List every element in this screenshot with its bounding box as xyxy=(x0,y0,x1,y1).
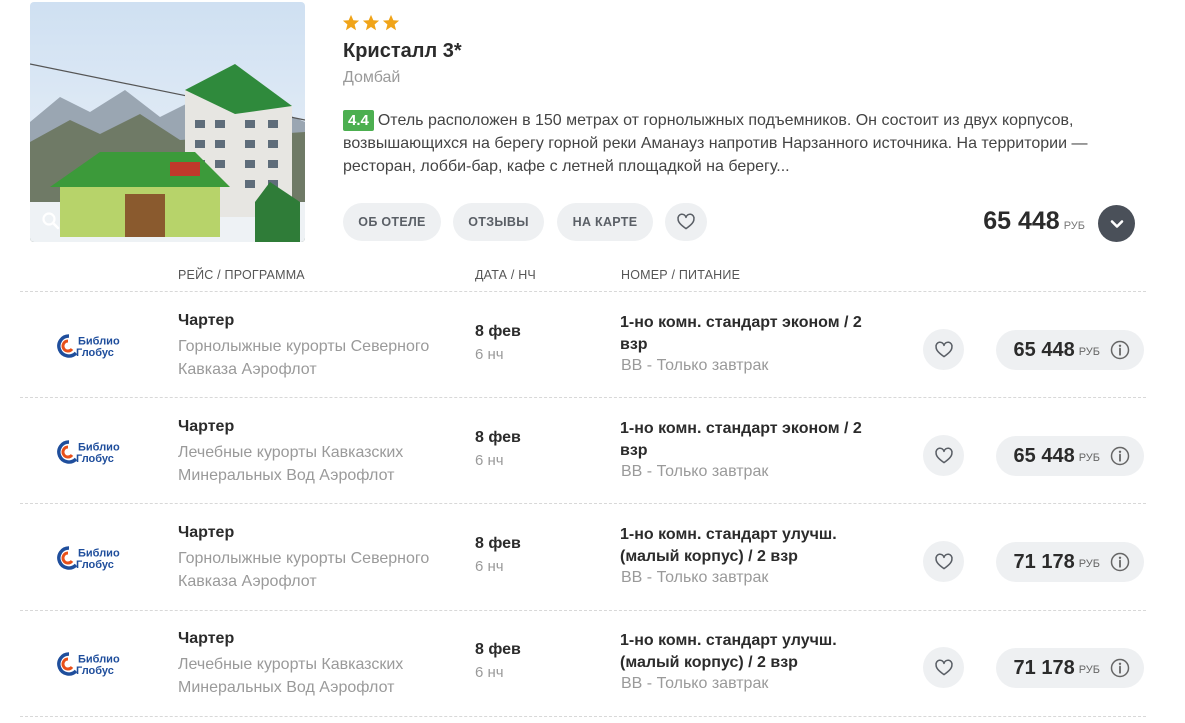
offer-price-amount: 71 178 xyxy=(1013,656,1075,679)
hotel-location: Домбай xyxy=(343,69,401,86)
offer-date: 8 фев xyxy=(475,535,521,552)
info-icon[interactable] xyxy=(1110,340,1130,360)
about-hotel-button[interactable]: ОБ ОТЕЛЕ xyxy=(343,203,441,241)
offer-price-amount: 65 448 xyxy=(1013,338,1075,361)
program-name: Лечебные курорты Кавказских Минеральных … xyxy=(178,656,404,696)
hotel-photo[interactable] xyxy=(30,2,305,242)
biblio-globus-logo-icon: Библио Глобус xyxy=(57,334,120,359)
heart-icon xyxy=(934,553,953,569)
offer-favorite-button[interactable] xyxy=(923,435,964,476)
expand-offers-button[interactable] xyxy=(1098,205,1135,242)
hotel-price: 65 448 РУБ xyxy=(983,207,1085,237)
room-type: 1-но комн. стандарт эконом / 2 взр xyxy=(620,314,862,353)
chevron-down-icon xyxy=(1110,219,1123,228)
offer-row[interactable]: Библио Глобус Чартер Горнолыжные курорты… xyxy=(0,299,1185,405)
meal-plan: BB - Только завтрак xyxy=(621,357,769,374)
offer-price-button[interactable]: 65 448 РУБ xyxy=(995,436,1144,476)
heart-icon xyxy=(934,659,953,675)
divider xyxy=(20,291,1146,292)
meal-plan: BB - Только завтрак xyxy=(621,569,769,586)
svg-text:Глобус: Глобус xyxy=(76,453,114,465)
operator-logo: Библио Глобус xyxy=(57,651,129,677)
offer-price-button[interactable]: 71 178 РУБ xyxy=(995,542,1144,582)
star-icon xyxy=(342,14,360,31)
heart-icon xyxy=(934,447,953,463)
svg-text:Глобус: Глобус xyxy=(76,665,114,677)
room-type: 1-но комн. стандарт улучш. (малый корпус… xyxy=(620,632,837,671)
offer-favorite-button[interactable] xyxy=(923,647,964,688)
info-icon[interactable] xyxy=(1110,552,1130,572)
column-header-room: НОМЕР / ПИТАНИЕ xyxy=(621,268,741,282)
svg-text:Библио: Библио xyxy=(78,442,120,454)
heart-icon xyxy=(934,341,953,357)
operator-logo: Библио Глобус xyxy=(57,333,129,359)
room-type: 1-но комн. стандарт улучш. (малый корпус… xyxy=(620,526,837,565)
info-icon[interactable] xyxy=(1110,658,1130,678)
hotel-price-currency: РУБ xyxy=(1063,220,1085,232)
offer-price-currency: РУБ xyxy=(1078,452,1100,464)
svg-text:Библио: Библио xyxy=(78,548,120,560)
divider xyxy=(20,397,1146,398)
meal-plan: BB - Только завтрак xyxy=(621,675,769,692)
column-header-date: ДАТА / НЧ xyxy=(475,268,536,282)
offer-price-currency: РУБ xyxy=(1078,664,1100,676)
offer-nights: 6 нч xyxy=(475,664,504,681)
offer-row[interactable]: Библио Глобус Чартер Горнолыжные курорты… xyxy=(0,511,1185,617)
favorite-button[interactable] xyxy=(665,203,707,241)
offer-price-amount: 65 448 xyxy=(1013,444,1075,467)
operator-logo: Библио Глобус xyxy=(57,439,129,465)
hotel-description: 4.4 Отель расположен в 150 метрах от горн… xyxy=(343,109,1103,178)
offer-nights: 6 нч xyxy=(475,346,504,363)
svg-text:Библио: Библио xyxy=(78,336,120,348)
biblio-globus-logo-icon: Библио Глобус xyxy=(57,440,120,465)
divider xyxy=(20,716,1146,717)
hotel-stars xyxy=(342,14,400,32)
room-type: 1-но комн. стандарт эконом / 2 взр xyxy=(620,420,862,459)
reviews-button[interactable]: ОТЗЫВЫ xyxy=(453,203,544,241)
offer-date: 8 фев xyxy=(475,323,521,340)
divider xyxy=(20,610,1146,611)
heart-icon xyxy=(677,213,695,230)
program-name: Горнолыжные курорты Северного Кавказа Аэ… xyxy=(178,338,430,378)
biblio-globus-logo-icon: Библио Глобус xyxy=(57,652,120,677)
description-text: Отель расположен в 150 метрах от горнолы… xyxy=(343,112,1088,175)
offer-favorite-button[interactable] xyxy=(923,329,964,370)
offer-date: 8 фев xyxy=(475,429,521,446)
rating-badge: 4.4 xyxy=(343,110,374,131)
info-icon[interactable] xyxy=(1110,446,1130,466)
flight-type: Чартер xyxy=(178,418,235,435)
offer-favorite-button[interactable] xyxy=(923,541,964,582)
flight-type: Чартер xyxy=(178,524,235,541)
program-name: Горнолыжные курорты Северного Кавказа Аэ… xyxy=(178,550,430,590)
offer-price-amount: 71 178 xyxy=(1013,550,1075,573)
divider xyxy=(20,503,1146,504)
program-name: Лечебные курорты Кавказских Минеральных … xyxy=(178,444,404,484)
hotel-photo-image xyxy=(30,2,305,242)
offer-row[interactable]: Библио Глобус Чартер Лечебные курорты Ка… xyxy=(0,617,1185,723)
biblio-globus-logo-icon: Библио Глобус xyxy=(57,546,120,571)
flight-type: Чартер xyxy=(178,312,235,329)
offer-price-button[interactable]: 71 178 РУБ xyxy=(995,648,1144,688)
offer-price-currency: РУБ xyxy=(1078,558,1100,570)
hotel-name[interactable]: Кристалл 3* xyxy=(343,40,462,63)
operator-logo: Библио Глобус xyxy=(57,545,129,571)
on-map-button[interactable]: НА КАРТЕ xyxy=(557,203,653,241)
offer-nights: 6 нч xyxy=(475,452,504,469)
star-icon xyxy=(382,14,400,31)
offer-row[interactable]: Библио Глобус Чартер Лечебные курорты Ка… xyxy=(0,405,1185,511)
offer-price-button[interactable]: 65 448 РУБ xyxy=(995,330,1144,370)
hotel-price-amount: 65 448 xyxy=(983,207,1060,235)
svg-text:Библио: Библио xyxy=(78,654,120,666)
magnifier-icon[interactable] xyxy=(40,210,62,232)
offer-date: 8 фев xyxy=(475,641,521,658)
offer-price-currency: РУБ xyxy=(1078,346,1100,358)
svg-text:Глобус: Глобус xyxy=(76,559,114,571)
meal-plan: BB - Только завтрак xyxy=(621,463,769,480)
star-icon xyxy=(362,14,380,31)
column-header-route: РЕЙС / ПРОГРАММА xyxy=(178,268,305,282)
svg-text:Глобус: Глобус xyxy=(76,347,114,359)
offer-nights: 6 нч xyxy=(475,558,504,575)
flight-type: Чартер xyxy=(178,630,235,647)
